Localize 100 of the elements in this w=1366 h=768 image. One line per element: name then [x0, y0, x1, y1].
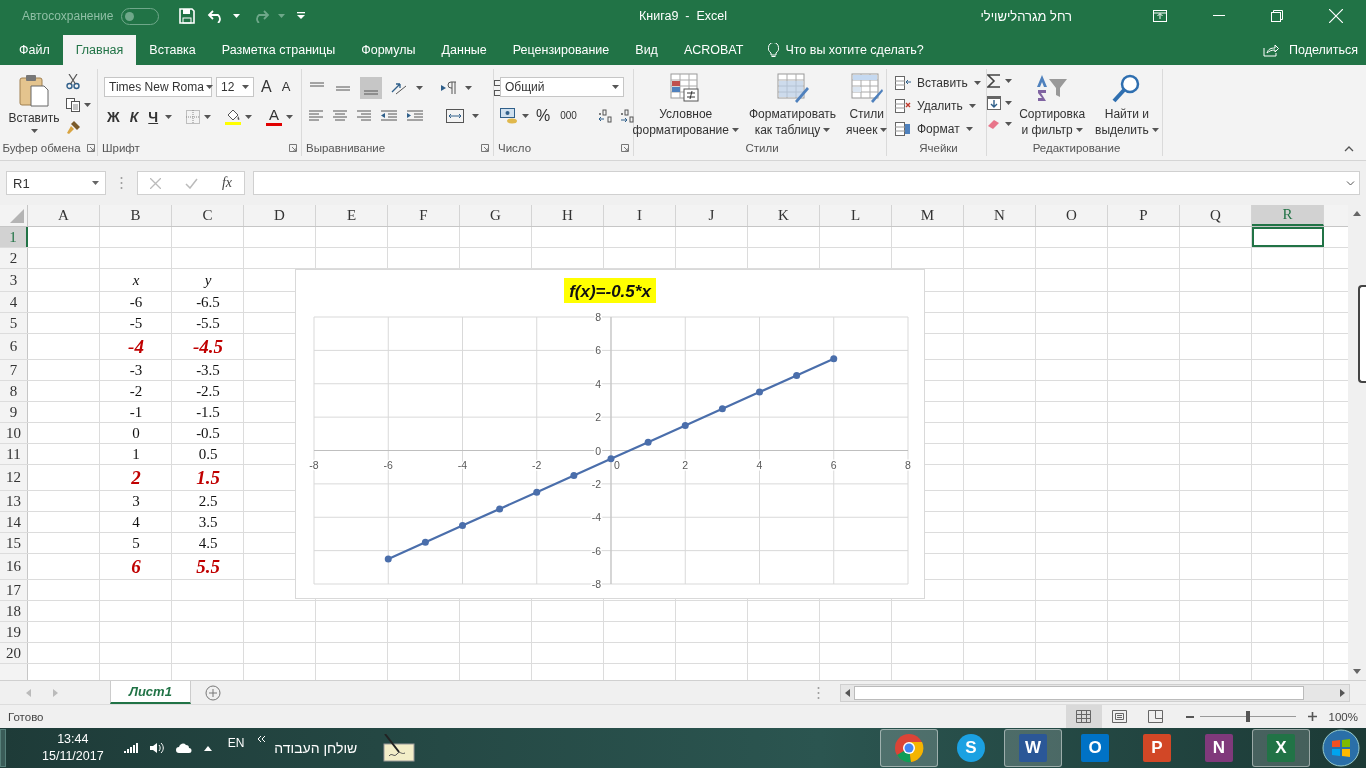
volume-icon[interactable] — [149, 742, 164, 754]
add-sheet-icon[interactable] — [204, 684, 221, 701]
zoom-in-icon[interactable] — [1307, 712, 1317, 721]
paragraph-direction-icon[interactable] — [441, 81, 457, 95]
zoom-level[interactable]: 100% — [1328, 710, 1358, 723]
column-header[interactable]: L — [820, 205, 892, 226]
minimize-icon[interactable] — [1213, 15, 1225, 17]
caret-icon[interactable] — [1005, 122, 1013, 126]
ribbon-tab[interactable]: Формулы — [348, 35, 429, 65]
column-header[interactable]: N — [964, 205, 1036, 226]
name-box[interactable]: R1 — [6, 171, 106, 195]
user-name[interactable]: רחל מגרהלישוילי — [980, 8, 1072, 24]
ribbon-tab[interactable]: Главная — [62, 35, 137, 65]
currency-icon[interactable] — [500, 108, 518, 124]
ribbon-tab[interactable]: Данные — [428, 35, 500, 65]
desktop-toolbar-label[interactable]: שולחן העבודה — [274, 740, 358, 756]
column-header[interactable]: C — [172, 205, 244, 226]
caret-icon[interactable] — [245, 114, 253, 119]
scroll-thumb[interactable] — [1358, 285, 1366, 383]
taskbar-app-button[interactable]: P — [1128, 729, 1186, 767]
scroll-right-icon[interactable] — [1340, 688, 1345, 697]
caret-icon[interactable] — [465, 86, 472, 90]
column-header[interactable]: D — [244, 205, 316, 226]
language-indicator[interactable]: EN — [227, 736, 245, 750]
grow-font-button[interactable]: A — [258, 78, 275, 96]
column-header[interactable]: G — [460, 205, 532, 226]
column-header[interactable]: M — [892, 205, 964, 226]
splitter-handle-icon[interactable] — [817, 685, 820, 700]
scroll-left-icon[interactable] — [845, 688, 850, 697]
restore-icon[interactable] — [1271, 10, 1283, 22]
underline-button[interactable]: Ч — [145, 107, 162, 126]
sheet-tab[interactable]: Лист1 — [110, 681, 191, 704]
italic-button[interactable]: К — [126, 107, 142, 126]
signal-icon[interactable] — [123, 743, 138, 753]
caret-icon[interactable] — [165, 114, 173, 119]
ribbon-display-icon[interactable] — [1153, 10, 1167, 22]
formula-field[interactable] — [253, 171, 1360, 195]
column-header[interactable]: I — [604, 205, 676, 226]
show-hidden-icons[interactable] — [203, 745, 212, 751]
shrink-font-button[interactable]: A — [278, 78, 294, 96]
chevron-icon[interactable] — [258, 736, 267, 742]
save-icon[interactable] — [179, 8, 196, 24]
caret-icon[interactable] — [1005, 101, 1013, 105]
column-header[interactable]: K — [748, 205, 820, 226]
start-button[interactable] — [1322, 729, 1360, 767]
autosum-icon[interactable] — [987, 74, 1002, 88]
ribbon-tab[interactable]: Файл — [6, 35, 63, 65]
chart-area[interactable]: -8 -6 -4 -2 0 2 4 6 8 -8 -6 -4 -2 0 2 4 6 8 f(x)=-0.5*x — [295, 269, 925, 599]
merge-cells-icon[interactable] — [446, 109, 464, 123]
horizontal-scrollbar[interactable] — [840, 683, 1350, 702]
zoom-out-icon[interactable] — [1185, 715, 1194, 718]
cloud-icon[interactable] — [175, 743, 192, 753]
increase-indent-icon[interactable] — [406, 110, 424, 122]
signature-icon[interactable] — [383, 734, 416, 762]
caret-icon[interactable] — [522, 114, 529, 118]
editing-button[interactable]: Сортировка и фильтр — [1016, 71, 1089, 140]
column-header[interactable]: H — [532, 205, 604, 226]
taskbar-app-button[interactable] — [880, 729, 938, 767]
dialog-launcher-icon[interactable] — [481, 144, 489, 152]
styles-button[interactable]: Форматировать как таблицу — [745, 71, 840, 140]
ribbon-tab[interactable]: Вставка — [136, 35, 209, 65]
font-size-dropdown[interactable]: 12 — [216, 77, 254, 97]
column-header[interactable]: E — [316, 205, 388, 226]
splitter-handle-icon[interactable] — [120, 176, 123, 190]
caret-icon[interactable] — [286, 114, 294, 119]
column-header[interactable]: R — [1252, 205, 1324, 226]
caret-icon[interactable] — [233, 14, 241, 18]
cells-button[interactable]: Формат — [895, 119, 973, 138]
clock[interactable]: 13:44 15/11/2017 — [42, 731, 104, 765]
caret-icon[interactable] — [1005, 79, 1013, 83]
column-header[interactable]: B — [100, 205, 172, 226]
share-button[interactable]: Поделиться — [1262, 35, 1366, 65]
caret-icon[interactable] — [416, 86, 423, 90]
insert-function-button[interactable]: fx — [221, 175, 232, 191]
row-header[interactable]: 1 — [0, 227, 28, 247]
percent-button[interactable]: % — [533, 107, 554, 125]
column-header[interactable]: O — [1036, 205, 1108, 226]
column-header[interactable]: P — [1108, 205, 1180, 226]
close-icon[interactable] — [1329, 9, 1343, 23]
paste-button[interactable]: Вставить — [5, 71, 63, 135]
caret-icon[interactable] — [204, 114, 212, 119]
dialog-launcher-icon[interactable] — [289, 144, 297, 152]
number-format-dropdown[interactable]: Общий — [500, 77, 624, 97]
column-header[interactable]: J — [676, 205, 748, 226]
customize-icon[interactable] — [297, 12, 306, 20]
collapse-ribbon-icon[interactable] — [1344, 146, 1354, 152]
decrease-indent-icon[interactable] — [380, 110, 398, 122]
styles-button[interactable]: Условное форматирование — [629, 71, 742, 140]
thousands-button[interactable]: 000 — [557, 107, 580, 125]
cells-button[interactable]: Вставить — [895, 73, 981, 92]
dialog-launcher-icon[interactable] — [86, 144, 95, 152]
scissors-icon[interactable] — [66, 74, 81, 90]
bold-button[interactable]: Ж — [104, 107, 123, 126]
tell-me-search[interactable]: Что вы хотите сделать? — [756, 35, 936, 65]
fill-color-icon[interactable] — [225, 108, 242, 125]
format-painter-icon[interactable] — [66, 120, 82, 135]
text-orientation-icon[interactable] — [390, 80, 408, 96]
ribbon-tab[interactable]: Рецензирование — [499, 35, 623, 65]
ribbon-tab[interactable]: ACROBAT — [670, 35, 757, 65]
dialog-launcher-icon[interactable] — [621, 144, 629, 152]
